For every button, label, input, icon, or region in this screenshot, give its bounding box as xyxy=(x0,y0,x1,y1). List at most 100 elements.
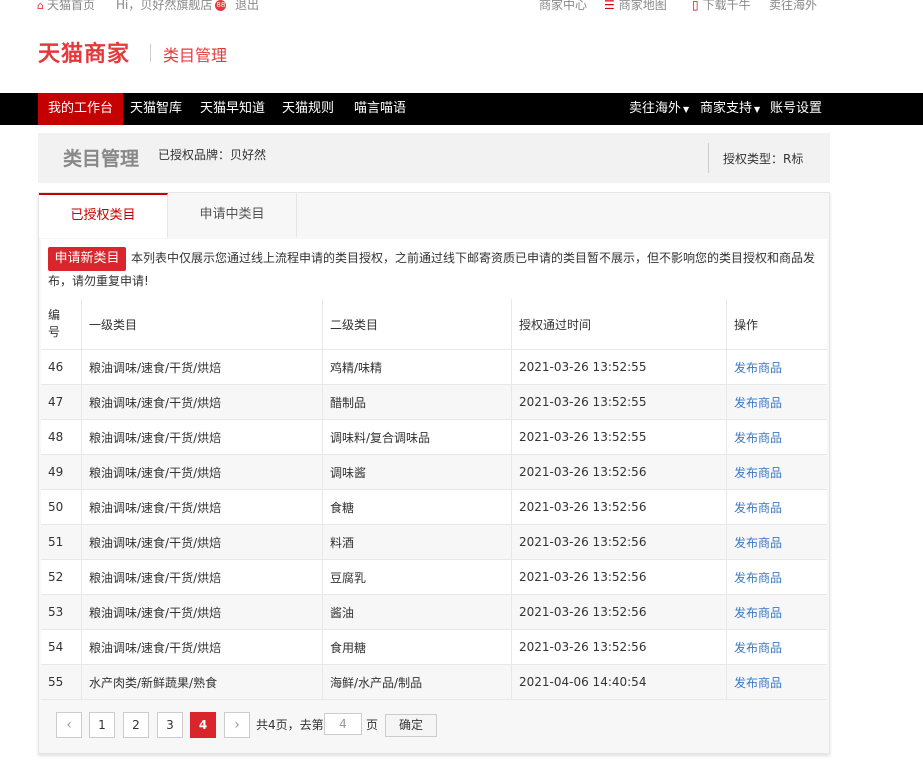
sell-overseas-link[interactable]: 卖往海外 xyxy=(769,0,817,13)
column-header-level2: 二级类目 xyxy=(322,299,512,350)
nav-item-merchant-support[interactable]: 商家支持 ▼ xyxy=(690,93,770,125)
goto-confirm-button[interactable]: 确定 xyxy=(385,714,437,737)
cell-action: 发布商品 xyxy=(726,594,827,630)
tmall-merchant-logo[interactable]: 天猫商家 xyxy=(38,36,130,68)
cell-level1: 粮油调味/速食/干货/烘焙 xyxy=(81,524,323,560)
cell-id: 47 xyxy=(41,384,82,420)
cell-level1: 粮油调味/速食/干货/烘焙 xyxy=(81,419,323,455)
authorized-brand: 已授权品牌：贝好然 xyxy=(158,148,267,162)
page-info-bar: 类目管理 已授权品牌：贝好然 授权类型：R标 xyxy=(38,133,830,183)
top-utility-bar: ⌂ 天猫首页 Hi，贝好然旗舰店 88 退出 商家中心 ☰ 商家地图 ▯ 下载千牛 卖往… xyxy=(0,0,923,14)
publish-product-link[interactable]: 发布商品 xyxy=(734,431,782,445)
tab-applying[interactable]: 申请中类目 xyxy=(168,193,297,237)
cell-action: 发布商品 xyxy=(726,419,827,455)
notice-text: 本列表中仅展示您通过线上流程申请的类目授权，之前通过线下邮寄资质已申请的类目暂不… xyxy=(48,251,816,288)
column-header-action: 操作 xyxy=(726,299,827,350)
table-row: 47 粮油调味/速食/干货/烘焙 醋制品 2021-03-26 13:52:55… xyxy=(41,384,827,420)
publish-product-link[interactable]: 发布商品 xyxy=(734,396,782,410)
cell-level2: 调味酱 xyxy=(322,454,512,490)
publish-product-link[interactable]: 发布商品 xyxy=(734,676,782,690)
category-table: 编号 一级类目 二级类目 授权通过时间 操作 46 粮油调味/速食/干货/烘焙 … xyxy=(41,299,827,700)
cell-time: 2021-03-26 13:52:55 xyxy=(511,384,727,420)
download-qianniu-link[interactable]: ▯ 下载千牛 xyxy=(692,0,751,13)
cell-level2: 料酒 xyxy=(322,524,512,560)
nav-item-workbench[interactable]: 我的工作台 xyxy=(38,93,124,125)
cell-id: 51 xyxy=(41,524,82,560)
tmall-home-link[interactable]: ⌂ 天猫首页 xyxy=(37,0,95,13)
page-suffix-text: 页 xyxy=(366,718,379,732)
table-row: 52 粮油调味/速食/干货/烘焙 豆腐乳 2021-03-26 13:52:56… xyxy=(41,559,827,595)
prev-page-button[interactable]: ‹ xyxy=(56,712,82,738)
logout-link[interactable]: 退出 xyxy=(235,0,259,13)
cell-time: 2021-04-06 14:40:54 xyxy=(511,664,727,700)
cell-action: 发布商品 xyxy=(726,489,827,525)
table-row: 53 粮油调味/速食/干货/烘焙 酱油 2021-03-26 13:52:56 … xyxy=(41,594,827,630)
page-button-1[interactable]: 1 xyxy=(89,712,115,738)
cell-action: 发布商品 xyxy=(726,524,827,560)
cell-level2: 酱油 xyxy=(322,594,512,630)
phone-icon: ▯ xyxy=(692,0,699,12)
category-panel: 已授权类目 申请中类目 本列表中仅展示您通过线上流程申请的类目授权，之前通过线下… xyxy=(38,192,830,754)
cell-level1: 粮油调味/速食/干货/烘焙 xyxy=(81,559,323,595)
next-page-button[interactable]: › xyxy=(224,712,250,738)
nav-item-forum[interactable]: 喵言喵语 xyxy=(344,93,416,125)
column-header-time: 授权通过时间 xyxy=(511,299,727,350)
cell-level1: 粮油调味/速食/干货/烘焙 xyxy=(81,594,323,630)
cell-id: 49 xyxy=(41,454,82,490)
cell-action: 发布商品 xyxy=(726,454,827,490)
cell-level1: 粮油调味/速食/干货/烘焙 xyxy=(81,454,323,490)
publish-product-link[interactable]: 发布商品 xyxy=(734,466,782,480)
publish-product-link[interactable]: 发布商品 xyxy=(734,571,782,585)
cell-id: 50 xyxy=(41,489,82,525)
tab-authorized[interactable]: 已授权类目 xyxy=(39,193,168,238)
publish-product-link[interactable]: 发布商品 xyxy=(734,536,782,550)
cell-id: 48 xyxy=(41,419,82,455)
nav-item-early-news[interactable]: 天猫早知道 xyxy=(190,93,275,125)
publish-product-link[interactable]: 发布商品 xyxy=(734,641,782,655)
cell-level1: 粮油调味/速食/干货/烘焙 xyxy=(81,349,323,385)
merchant-center-link[interactable]: 商家中心 xyxy=(539,0,587,13)
cell-time: 2021-03-26 13:52:56 xyxy=(511,524,727,560)
publish-product-link[interactable]: 发布商品 xyxy=(734,501,782,515)
cell-action: 发布商品 xyxy=(726,384,827,420)
cell-level2: 醋制品 xyxy=(322,384,512,420)
cell-time: 2021-03-26 13:52:55 xyxy=(511,349,727,385)
cell-time: 2021-03-26 13:52:56 xyxy=(511,454,727,490)
apply-new-category-button[interactable]: 申请新类目 xyxy=(48,247,126,271)
nav-item-sell-overseas[interactable]: 卖往海外 ▼ xyxy=(619,93,699,125)
page-button-2[interactable]: 2 xyxy=(123,712,149,738)
cell-time: 2021-03-26 13:52:55 xyxy=(511,419,727,455)
nav-item-think-tank[interactable]: 天猫智库 xyxy=(120,93,192,125)
cell-level1: 粮油调味/速食/干货/烘焙 xyxy=(81,489,323,525)
page-button-3[interactable]: 3 xyxy=(157,712,183,738)
table-row: 54 粮油调味/速食/干货/烘焙 食用糖 2021-03-26 13:52:56… xyxy=(41,629,827,665)
cell-time: 2021-03-26 13:52:56 xyxy=(511,629,727,665)
cell-action: 发布商品 xyxy=(726,629,827,665)
cell-level2: 调味料/复合调味品 xyxy=(322,419,512,455)
goto-page-input[interactable] xyxy=(324,713,362,735)
table-row: 46 粮油调味/速食/干货/烘焙 鸡精/味精 2021-03-26 13:52:… xyxy=(41,349,827,385)
table-row: 51 粮油调味/速食/干货/烘焙 料酒 2021-03-26 13:52:56 … xyxy=(41,524,827,560)
table-header-row: 编号 一级类目 二级类目 授权通过时间 操作 xyxy=(41,299,827,350)
page-button-4[interactable]: 4 xyxy=(190,712,216,738)
nav-item-rules[interactable]: 天猫规则 xyxy=(272,93,344,125)
cell-level1: 粮油调味/速食/干货/烘焙 xyxy=(81,384,323,420)
cell-time: 2021-03-26 13:52:56 xyxy=(511,594,727,630)
badge-icon: 88 xyxy=(215,0,227,11)
info-divider xyxy=(708,143,709,173)
cell-action: 发布商品 xyxy=(726,559,827,595)
cell-time: 2021-03-26 13:52:56 xyxy=(511,559,727,595)
list-icon: ☰ xyxy=(604,0,615,12)
cell-time: 2021-03-26 13:52:56 xyxy=(511,489,727,525)
cell-id: 52 xyxy=(41,559,82,595)
cell-level2: 食用糖 xyxy=(322,629,512,665)
nav-item-account-settings[interactable]: 账号设置 xyxy=(760,93,832,125)
cell-id: 55 xyxy=(41,664,82,700)
publish-product-link[interactable]: 发布商品 xyxy=(734,606,782,620)
cell-level2: 鸡精/味精 xyxy=(322,349,512,385)
publish-product-link[interactable]: 发布商品 xyxy=(734,361,782,375)
page-title: 类目管理 xyxy=(63,148,140,170)
merchant-map-link[interactable]: ☰ 商家地图 xyxy=(604,0,667,13)
auth-type: 授权类型：R标 xyxy=(723,152,804,166)
caret-down-icon: ▼ xyxy=(683,105,690,114)
